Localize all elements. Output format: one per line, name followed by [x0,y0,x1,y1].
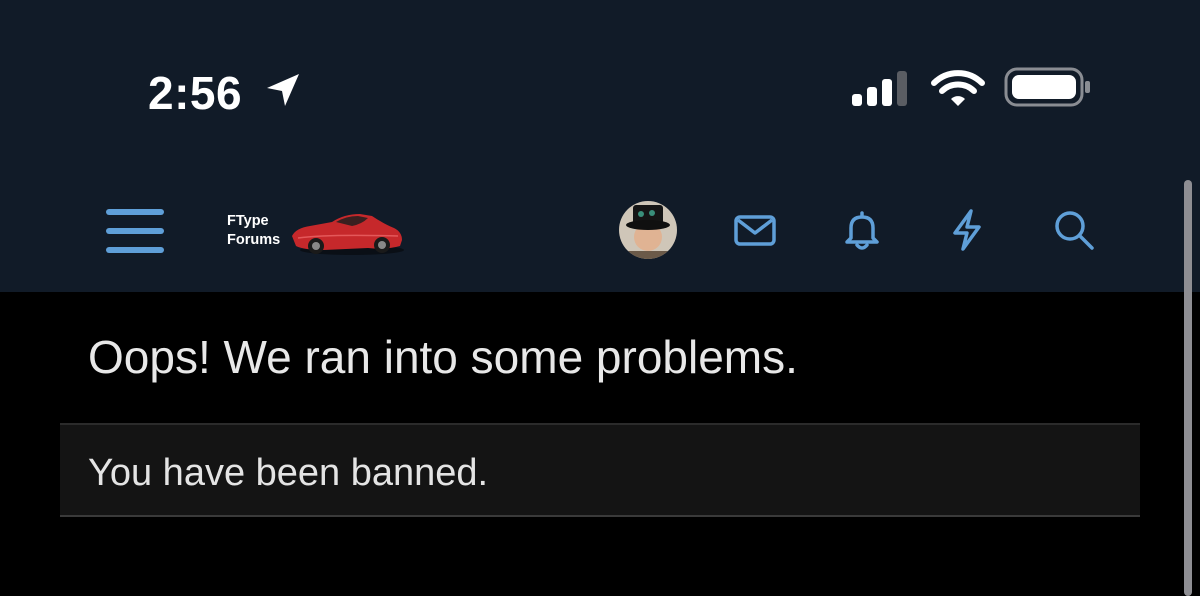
scrollbar[interactable] [1184,180,1192,596]
battery-icon [1004,67,1090,107]
logo-line-1: FType [227,213,269,229]
logo-line-2: Forums [227,232,281,248]
user-avatar[interactable] [619,201,677,259]
logo-text: FType Forums [227,212,280,250]
bell-icon[interactable] [840,208,884,252]
mail-icon[interactable] [733,208,777,252]
bolt-icon[interactable] [945,208,989,252]
wifi-icon [931,70,985,106]
page-title: Oops! We ran into some problems. [88,331,798,383]
location-arrow-icon [267,74,299,106]
site-logo[interactable]: FType Forums [222,202,407,260]
search-icon[interactable] [1052,208,1096,252]
status-bar: 2:56 [0,0,1200,170]
error-message-block: You have been banned. [60,423,1140,517]
status-time: 2:56 [148,67,243,119]
error-message: You have been banned. [88,452,489,494]
hamburger-menu-icon[interactable] [104,204,166,258]
cellular-signal-icon [852,71,907,106]
site-header [0,170,1200,292]
car-logo-icon [292,214,404,255]
